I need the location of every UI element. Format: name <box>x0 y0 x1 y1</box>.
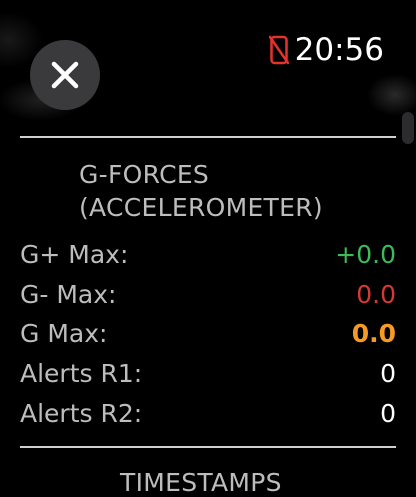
clock-time: 20:56 <box>294 32 384 68</box>
section-title-timestamps: TIMESTAMPS <box>120 468 282 497</box>
status-bar: 20:56 <box>268 32 384 68</box>
row-value: 0 <box>380 358 396 388</box>
row-value: 0.0 <box>351 318 396 348</box>
row-label: Alerts R1: <box>20 358 143 388</box>
row-value: +0.0 <box>335 239 396 269</box>
section-title-line1: G-FORCES <box>79 160 210 189</box>
row-label: G+ Max: <box>20 239 129 269</box>
row-value: 0 <box>380 398 396 428</box>
row-label: Alerts R2: <box>20 398 143 428</box>
row-label: G Max: <box>20 318 108 348</box>
row-alerts-r1: Alerts R1: 0 <box>20 355 396 391</box>
row-value: 0.0 <box>356 279 396 309</box>
row-gminus-max: G- Max: 0.0 <box>20 276 396 312</box>
row-label: G- Max: <box>20 279 117 309</box>
divider-top <box>20 136 396 138</box>
row-alerts-r2: Alerts R2: 0 <box>20 395 396 431</box>
row-g-max: G Max: 0.0 <box>20 315 396 351</box>
scroll-indicator[interactable] <box>402 112 414 144</box>
close-button[interactable] <box>30 40 100 110</box>
close-icon <box>51 61 79 89</box>
divider-bottom <box>20 446 396 448</box>
row-gplus-max: G+ Max: +0.0 <box>20 236 396 272</box>
phone-disconnected-icon <box>268 35 289 65</box>
section-title-gforces: G-FORCES (ACCELEROMETER) <box>79 158 323 224</box>
section-title-line2: (ACCELEROMETER) <box>79 193 323 222</box>
